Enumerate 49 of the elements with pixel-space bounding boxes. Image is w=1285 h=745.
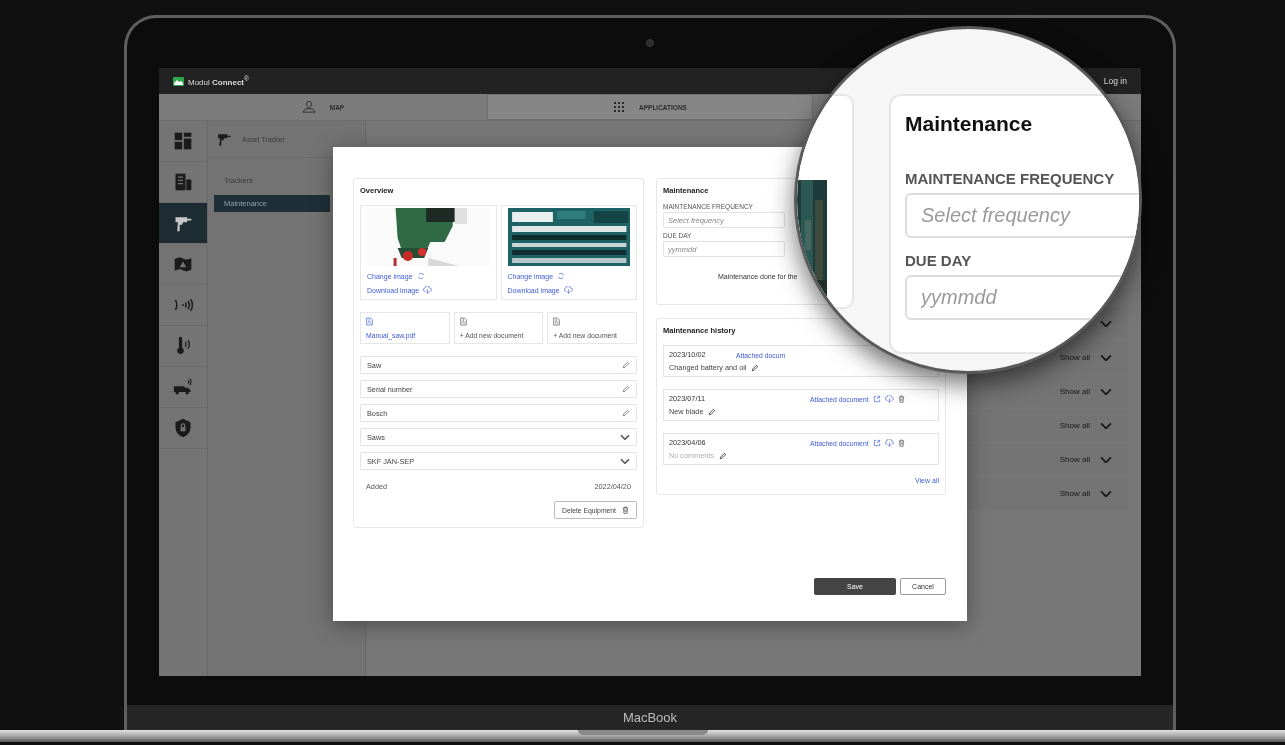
card-title: Maintenance — [905, 112, 1034, 136]
refresh-icon[interactable] — [416, 272, 425, 280]
chevron-down-icon[interactable] — [620, 457, 630, 465]
refresh-icon[interactable] — [557, 272, 566, 280]
pencil-icon[interactable] — [622, 409, 630, 417]
shield-lock-icon[interactable] — [173, 418, 193, 438]
show-all-link[interactable]: Show all — [1059, 387, 1090, 396]
pencil-icon[interactable] — [622, 385, 630, 393]
share-icon[interactable] — [872, 439, 881, 447]
document-icon — [366, 317, 373, 326]
cloud-download-icon[interactable] — [563, 286, 573, 294]
chevron-down-icon[interactable] — [1100, 489, 1112, 498]
share-icon[interactable] — [872, 395, 881, 403]
chevron-down-icon[interactable] — [1100, 421, 1112, 430]
show-all-link[interactable]: Show all — [1059, 421, 1090, 430]
grid-icon — [613, 101, 626, 113]
field-label: MAINTENANCE FREQUENCY — [905, 170, 1116, 187]
cloud-download-icon[interactable] — [423, 286, 433, 294]
chevron-down-icon[interactable] — [1100, 353, 1112, 362]
cloud-download-icon[interactable] — [884, 439, 894, 447]
show-all-link[interactable]: Show all — [1059, 489, 1090, 498]
input-field[interactable]: Select frequency — [905, 193, 1139, 238]
pencil-icon[interactable] — [708, 407, 717, 416]
pencil-icon[interactable] — [622, 361, 630, 369]
dashboard-icon[interactable] — [173, 131, 193, 151]
trash-icon[interactable] — [897, 395, 905, 403]
field-label: DUE DAY — [905, 252, 973, 269]
chevron-down-icon[interactable] — [620, 433, 630, 441]
trash-icon[interactable] — [897, 439, 905, 447]
show-all-link[interactable]: Show all — [1059, 455, 1090, 464]
chevron-down-icon[interactable] — [1100, 319, 1112, 328]
truck-icon[interactable] — [173, 377, 193, 397]
pencil-icon[interactable] — [751, 363, 760, 372]
device-label: MacBook — [622, 710, 678, 725]
login-link[interactable]: Log in — [1103, 76, 1127, 86]
drill-icon — [216, 131, 232, 147]
cloud-download-icon[interactable] — [884, 395, 894, 403]
logo-icon — [173, 76, 184, 86]
map-warning-icon[interactable] — [173, 254, 193, 274]
chevron-down-icon[interactable] — [1100, 387, 1112, 396]
pencil-icon[interactable] — [719, 451, 727, 460]
chevron-down-icon[interactable] — [1100, 455, 1112, 464]
building-icon[interactable] — [173, 172, 193, 192]
document-icon — [459, 317, 467, 326]
document-icon — [553, 317, 561, 326]
app-logo-text: Modul Connect$^{®}$ — [188, 75, 249, 87]
camera — [646, 39, 654, 47]
trash-icon[interactable] — [622, 506, 629, 514]
show-all-link[interactable]: Show all — [1059, 353, 1090, 362]
